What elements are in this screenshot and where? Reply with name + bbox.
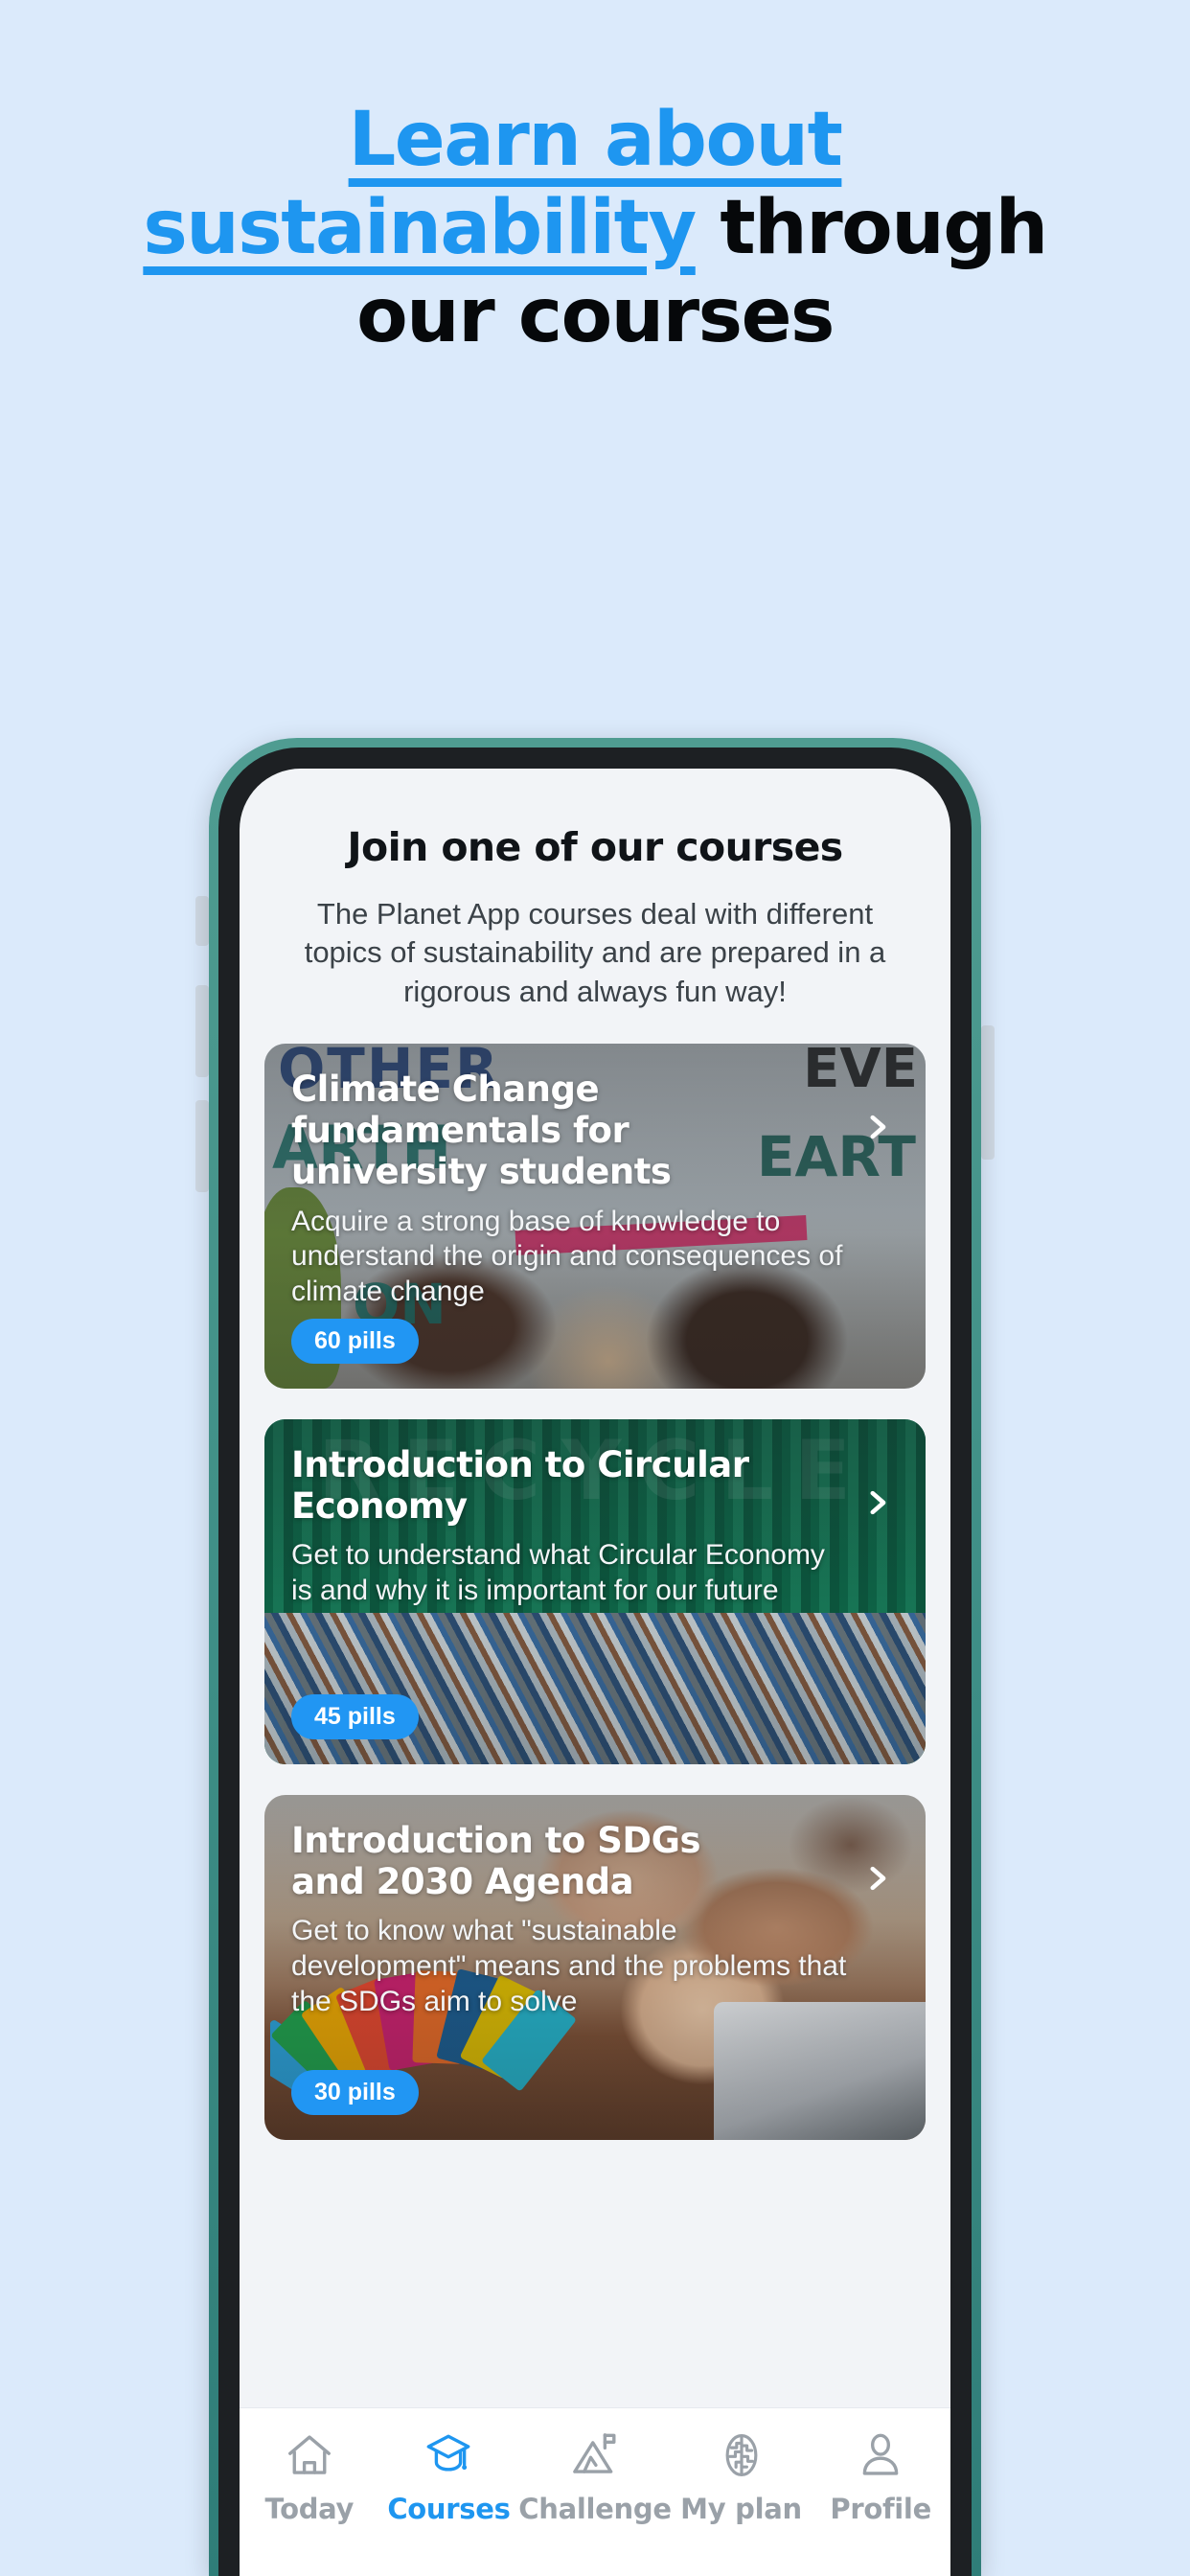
course-pills-badge: 30 pills (291, 2069, 419, 2115)
headline-rest: through (695, 185, 1048, 272)
tab-label: My plan (680, 2493, 802, 2525)
courses-subtext: The Planet App courses deal with differe… (304, 897, 886, 1008)
tab-label: Profile (830, 2493, 931, 2525)
tab-label: Courses (387, 2493, 511, 2525)
tab-label: Challenge (518, 2493, 672, 2525)
phone-frame: Join one of our courses The Planet App c… (209, 738, 981, 2576)
tab-courses[interactable]: Courses (379, 2429, 519, 2525)
mute-switch[interactable] (195, 896, 209, 946)
course-card-climate-change[interactable]: OTHER EVE ARTH EART ON Climate Change fu… (264, 1043, 926, 1389)
power-button[interactable] (981, 1025, 995, 1160)
course-card-circular-economy[interactable]: RECYCLE Introduction to Circular Economy… (264, 1418, 926, 1764)
headline-highlight-1: Learn about (348, 97, 843, 183)
headline-highlight-2: sustainability (143, 185, 697, 272)
bottom-navigation-bar: Today Courses Challenge My plan Profile (240, 2407, 950, 2576)
course-pills-badge: 60 pills (291, 1318, 419, 1364)
graduation-cap-icon (427, 2434, 470, 2472)
tab-profile[interactable]: Profile (811, 2429, 950, 2525)
person-icon (862, 2433, 899, 2475)
chevron-right-icon[interactable] (860, 1862, 893, 1895)
chevron-right-icon[interactable] (860, 1111, 893, 1143)
course-title: Introduction to SDGs and 2030 Agenda (291, 1819, 700, 1903)
course-title: Climate Change fundamentals for universi… (291, 1068, 672, 1193)
phone-bezel: Join one of our courses The Planet App c… (218, 748, 972, 2576)
course-title: Introduction to Circular Economy (291, 1443, 749, 1528)
hero-section: Learn about sustainability through our c… (0, 0, 1190, 360)
course-card-sdgs[interactable]: Introduction to SDGs and 2030 Agenda Get… (264, 1794, 926, 2140)
mountain-flag-icon (573, 2433, 616, 2473)
courses-scroll-area[interactable]: Join one of our courses The Planet App c… (240, 769, 950, 2407)
phone-screen: Join one of our courses The Planet App c… (240, 769, 950, 2576)
phone-mockup: Join one of our courses The Planet App c… (111, 738, 1079, 2576)
tab-label: Today (264, 2493, 355, 2525)
brain-icon (725, 2433, 757, 2477)
course-pills-badge: 45 pills (291, 1693, 419, 1739)
tab-my-plan[interactable]: My plan (672, 2429, 812, 2525)
home-icon (287, 2435, 331, 2474)
tab-today[interactable]: Today (240, 2429, 379, 2525)
course-description: Get to understand what Circular Economy … (291, 1539, 825, 1607)
course-description: Get to know what "sustainable developmen… (291, 1915, 847, 2017)
tab-challenge[interactable]: Challenge (518, 2429, 672, 2525)
volume-down-button[interactable] (195, 1100, 209, 1192)
headline-line-3: our courses (356, 273, 835, 360)
course-description: Acquire a strong base of knowledge to un… (291, 1205, 843, 1307)
chevron-right-icon[interactable] (860, 1486, 893, 1519)
page-title: Learn about sustainability through our c… (57, 96, 1133, 360)
volume-up-button[interactable] (195, 985, 209, 1077)
courses-heading: Join one of our courses (347, 824, 843, 870)
